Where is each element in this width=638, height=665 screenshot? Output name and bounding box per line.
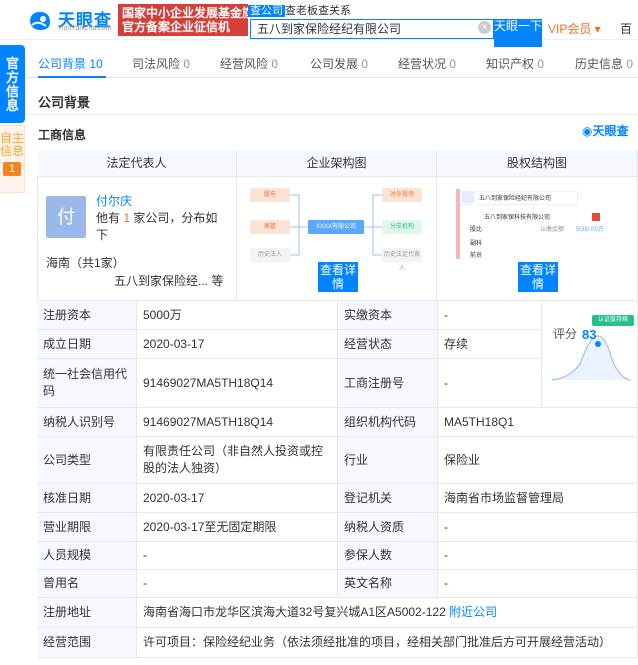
tab-intellectual-property[interactable]: 知识产权 0 — [486, 55, 544, 72]
row-value: 2020-03-17 — [137, 330, 338, 359]
row-value: - — [137, 570, 338, 598]
banner-line-1: 国家中小企业发展基金旗 — [122, 6, 248, 20]
equity-row-1: 股比 — [470, 223, 498, 237]
row-value: - — [438, 301, 542, 330]
row-label: 成立日期 — [37, 330, 137, 359]
row-value: - — [137, 542, 338, 570]
tab-operation-status[interactable]: 经营状况 0 — [398, 55, 456, 72]
search-button[interactable]: 天眼一下 — [494, 19, 542, 47]
score-label: 评分 — [553, 327, 578, 341]
search-type-bar: 查公司 查老板查关系 — [248, 4, 351, 18]
scope-label: 经营范围 — [37, 628, 137, 658]
score-tag: 认证股持续 — [592, 315, 634, 326]
tianyancha-logo-icon[interactable] — [26, 8, 54, 32]
side-tab-self[interactable]: 自主信息 1 — [0, 125, 25, 193]
row-value: - — [438, 513, 638, 542]
row-label: 工商注册号 — [338, 359, 438, 408]
address-value: 海南省海口市龙华区滨海大道32号复兴城A1区A5002-122 附近公司 — [137, 598, 638, 628]
header-org-chart: 企业架构图 — [237, 150, 437, 177]
row-label: 人员规模 — [37, 542, 137, 570]
tab-history[interactable]: 历史信息 0 — [575, 55, 633, 72]
equity-company-icon — [462, 191, 474, 203]
avatar[interactable]: 付 — [46, 196, 86, 238]
equity-root: 五八到家保险经纪有限公司 — [458, 191, 578, 205]
row-value: 2020-03-17 — [137, 484, 338, 513]
header-equity-chart: 股权结构图 — [437, 150, 638, 177]
baiqi-link[interactable]: 百 — [620, 20, 632, 37]
tab-company-background[interactable]: 公司背景 10 — [38, 55, 103, 72]
scope-value: 许可项目：保险经纪业务（依法须经批准的项目，经相关部门批准后方可开展经营活动） — [137, 628, 638, 658]
tab-search-company[interactable]: 查公司 — [248, 5, 285, 17]
row-value: 存续 — [438, 330, 542, 359]
business-info-title: 工商信息 — [38, 128, 87, 142]
row-label: 行业 — [338, 437, 438, 484]
row-value: 2020-03-17至无固定期限 — [137, 513, 338, 542]
tyc-mark-text: 天眼查 — [592, 124, 629, 138]
address-text: 海南省海口市龙华区滨海大道32号复兴城A1区A5002-122 — [143, 605, 446, 619]
vip-menu[interactable]: VIP会员 ▾ — [548, 20, 601, 37]
row-value: 91469027MA5TH18Q14 — [137, 408, 338, 437]
row-label: 营业期限 — [37, 513, 137, 542]
section-title: 公司背景 — [38, 95, 91, 110]
row-label: 实缴资本 — [338, 301, 438, 330]
promo-banner[interactable]: 国家中小企业发展基金旗 官方备案企业征信机 — [118, 4, 248, 36]
row-label: 统一社会信用代码 — [37, 359, 137, 408]
row-label: 参保人数 — [338, 542, 438, 570]
row-value: 5000万 — [137, 301, 338, 330]
equity-chart-thumbnail[interactable]: 五八到家保险经纪有限公司 五八到家保科技有限公司 认缴金额 5000.00万 股… — [452, 183, 626, 263]
score-value[interactable]: 83 — [582, 327, 596, 342]
row-label: 纳税人资质 — [338, 513, 438, 542]
side-tab-self-label: 自主信息 — [0, 131, 25, 158]
section-tabs: 公司背景 10 司法风险 0 经营风险 0 公司发展 0 经营状况 0 知识产权… — [26, 48, 638, 78]
equity-amount: 5000.00万 — [570, 223, 610, 237]
row-value: - — [438, 359, 542, 408]
tyc-eye-icon: ◉ — [582, 124, 593, 138]
address-label: 注册地址 — [37, 598, 137, 628]
equity-flag-icon — [592, 213, 600, 221]
legal-rep-company[interactable]: 五八到家保险经... 等 — [114, 272, 223, 289]
row-label: 纳税人识别号 — [37, 408, 137, 437]
org-connectors-icon — [290, 194, 382, 256]
row-value: - — [438, 570, 638, 598]
divider — [26, 114, 638, 115]
top-header: 天眼查 TianYanCha.com 国家中小企业发展基金旗 官方备案企业征信机… — [0, 0, 638, 47]
row-label: 核准日期 — [37, 484, 137, 513]
row-label: 组织机构代码 — [338, 408, 438, 437]
row-value: 海南省市场监督管理局 — [438, 484, 638, 513]
org-chart-view-button[interactable]: 查看详情 — [318, 262, 358, 292]
side-tab-self-badge: 1 — [3, 162, 21, 176]
nearby-company-link[interactable]: 附近公司 — [449, 604, 497, 621]
side-tab-official[interactable]: 官方信息 — [0, 45, 25, 123]
tab-company-development[interactable]: 公司发展 0 — [310, 55, 368, 72]
legal-rep-region: 海南（共1家） — [46, 256, 125, 270]
search-input[interactable]: 五八到家保险经纪有限公司 — [250, 19, 494, 39]
row-value: 91469027MA5TH18Q14 — [137, 359, 338, 408]
legal-rep-name[interactable]: 付尔庆 — [96, 192, 132, 209]
org-chart-thumbnail[interactable]: 股东 对外投资 高管 XXXX有限公司 分支机构 历史法人 历史法定代表人 — [246, 184, 424, 272]
equity-bar-icon — [456, 189, 460, 259]
tab-operation-risk[interactable]: 经营风险 0 — [220, 55, 278, 72]
clear-search-icon[interactable]: × — [478, 21, 491, 34]
row-label: 英文名称 — [338, 570, 438, 598]
active-tab-underline — [38, 76, 106, 78]
equity-chart-view-button[interactable]: 查看详情 — [518, 262, 558, 292]
banner-line-2: 官方备案企业征信机 — [122, 20, 231, 34]
row-value: 保险业 — [438, 437, 638, 484]
row-value: - — [438, 542, 638, 570]
legal-rep-desc: 他有 1 家公司，分布如下 — [96, 211, 218, 242]
row-label: 公司类型 — [37, 437, 137, 484]
row-label: 曾用名 — [37, 570, 137, 598]
row-value: 有限责任公司（非自然人投资或控股的法人独资） — [137, 437, 338, 484]
logo-subtitle: TianYanCha.com — [58, 25, 112, 32]
tab-search-boss[interactable]: 查老板查关系 — [285, 5, 351, 17]
tyc-watermark: ◉天眼查 — [582, 122, 629, 139]
header-legal-rep: 法定代表人 — [37, 150, 237, 177]
row-label: 注册资本 — [37, 301, 137, 330]
equity-pct-label: 认缴金额 — [532, 223, 572, 237]
row-label: 登记机关 — [338, 484, 438, 513]
equity-row-3: 前员 — [470, 249, 498, 263]
row-label: 经营状态 — [338, 330, 438, 359]
tab-judicial-risk[interactable]: 司法风险 0 — [132, 55, 190, 72]
row-value: MA5TH18Q1 — [438, 408, 638, 437]
